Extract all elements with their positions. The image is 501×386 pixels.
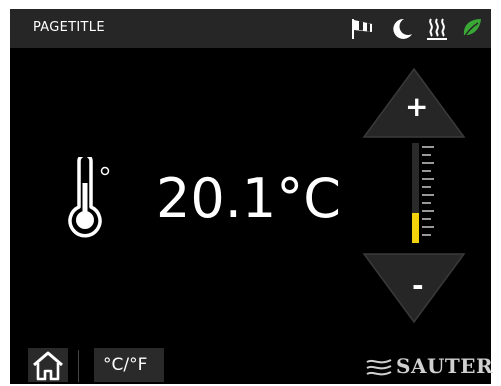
footer-bar: °C/°F SAUTER [10,346,494,384]
unit-toggle-button[interactable]: °C/°F [94,348,164,382]
brand-name: SAUTER [396,354,494,378]
moon-icon [393,18,412,39]
temperature-display: 20.1°C [156,167,341,230]
home-button[interactable] [28,348,68,382]
increase-label[interactable]: + [405,90,428,123]
page-title: PAGETITLE [33,20,105,35]
home-icon [33,351,63,381]
setpoint-level-fill [412,213,419,243]
setpoint-scale [412,143,434,243]
sauter-wave-icon [366,359,392,376]
thermometer-icon [68,157,110,238]
thermostat-screen: PAGETITLE 20.1°C + - °C/°F SAUTER [10,9,494,384]
decrease-label[interactable]: - [412,269,424,302]
heating-icon [427,18,447,40]
flag-icon [352,19,372,39]
header-bar: PAGETITLE [10,9,491,48]
leaf-icon [463,19,481,39]
unit-toggle-label: °C/°F [103,355,148,375]
footer-divider [78,350,79,382]
